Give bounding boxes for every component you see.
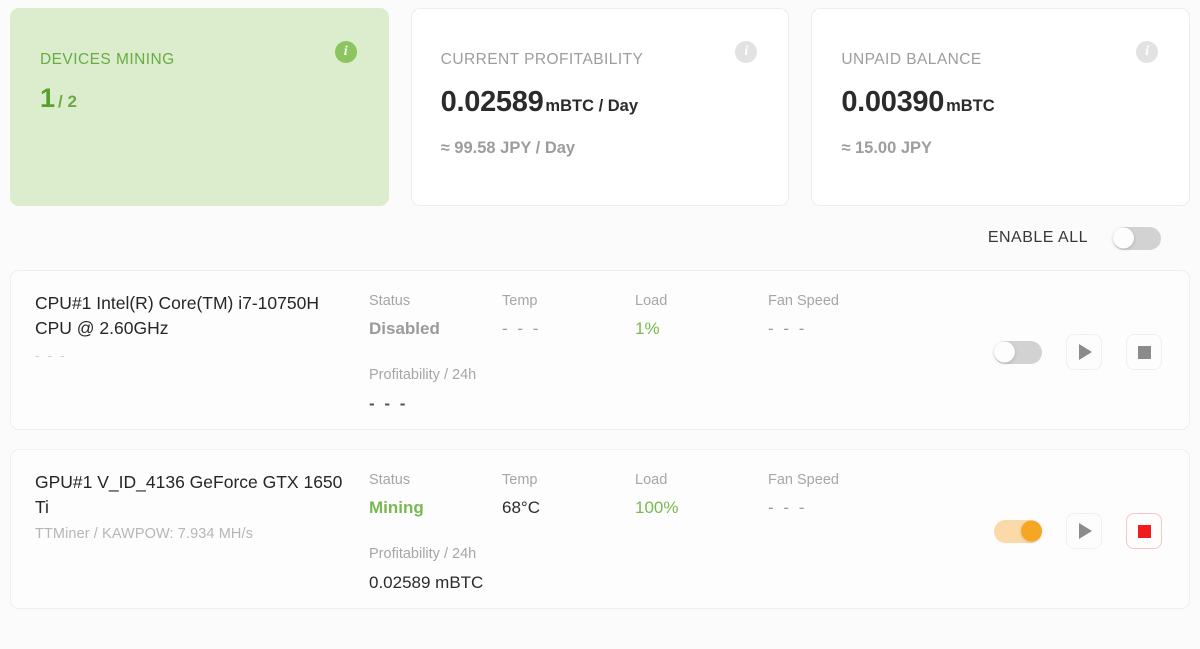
current-profitability-card: i CURRENT PROFITABILITY 0.02589mBTC / Da… bbox=[411, 8, 790, 206]
card-value-number: 0.02589 bbox=[441, 86, 544, 118]
device-list: CPU#1 Intel(R) Core(TM) i7-10750H CPU @ … bbox=[0, 270, 1200, 609]
stop-icon bbox=[1138, 346, 1151, 359]
card-value: 0.00390mBTC bbox=[841, 86, 1189, 119]
play-button[interactable] bbox=[1066, 334, 1102, 370]
stat-profitability: Profitability / 24h - - - bbox=[369, 367, 929, 414]
profitability-value: - - - bbox=[369, 394, 929, 414]
profitability-value: 0.02589 mBTC bbox=[369, 573, 929, 593]
info-icon[interactable]: i bbox=[1136, 41, 1158, 63]
device-stats: Status Disabled Temp - - - Load 1% Fan S… bbox=[369, 293, 929, 414]
stat-header-profitability: Profitability / 24h bbox=[369, 546, 929, 562]
temp-value: - - - bbox=[502, 319, 635, 339]
device-row[interactable]: CPU#1 Intel(R) Core(TM) i7-10750H CPU @ … bbox=[10, 270, 1190, 430]
stat-load: Load 100% bbox=[635, 472, 768, 518]
fan-speed-value: - - - bbox=[768, 319, 901, 339]
stat-status: Status Mining bbox=[369, 472, 502, 518]
load-value: 1% bbox=[635, 319, 768, 339]
fan-speed-value: - - - bbox=[768, 498, 901, 518]
enable-all-label: ENABLE ALL bbox=[988, 229, 1088, 247]
devices-total-value: / 2 bbox=[58, 92, 77, 111]
info-icon[interactable]: i bbox=[335, 41, 357, 63]
card-fiat-value: ≈ 99.58 JPY / Day bbox=[441, 139, 789, 158]
summary-cards: i DEVICES MINING 1/ 2 i CURRENT PROFITAB… bbox=[0, 0, 1200, 206]
stat-fan-speed: Fan Speed - - - bbox=[768, 472, 901, 518]
devices-mining-card: i DEVICES MINING 1/ 2 bbox=[10, 8, 389, 206]
stat-load: Load 1% bbox=[635, 293, 768, 339]
stat-header-temp: Temp bbox=[502, 472, 635, 488]
devices-mining-value: 1 bbox=[40, 83, 55, 113]
card-value-number: 0.00390 bbox=[841, 86, 944, 118]
device-name: CPU#1 Intel(R) Core(TM) i7-10750H CPU @ … bbox=[35, 291, 345, 341]
toggle-knob bbox=[994, 342, 1015, 363]
play-button[interactable] bbox=[1066, 513, 1102, 549]
stat-profitability: Profitability / 24h 0.02589 mBTC bbox=[369, 546, 929, 593]
devices-mining-count: 1/ 2 bbox=[40, 83, 388, 114]
device-enable-toggle[interactable] bbox=[994, 520, 1042, 543]
stat-header-status: Status bbox=[369, 293, 502, 309]
enable-all-toggle[interactable] bbox=[1113, 227, 1161, 250]
load-value: 100% bbox=[635, 498, 768, 518]
stat-temp: Temp 68°C bbox=[502, 472, 635, 518]
enable-all-row: ENABLE ALL bbox=[0, 206, 1200, 270]
stat-header-fan-speed: Fan Speed bbox=[768, 472, 901, 488]
card-value-unit: mBTC bbox=[946, 97, 995, 115]
stat-header-load: Load bbox=[635, 472, 768, 488]
stat-header-status: Status bbox=[369, 472, 502, 488]
play-icon bbox=[1079, 344, 1092, 360]
toggle-knob bbox=[1021, 521, 1042, 542]
stop-button[interactable] bbox=[1126, 334, 1162, 370]
stat-temp: Temp - - - bbox=[502, 293, 635, 339]
device-controls bbox=[994, 513, 1162, 549]
toggle-knob bbox=[1113, 228, 1134, 249]
stat-header-load: Load bbox=[635, 293, 768, 309]
temp-value: 68°C bbox=[502, 498, 635, 518]
stat-status: Status Disabled bbox=[369, 293, 502, 339]
stat-header-profitability: Profitability / 24h bbox=[369, 367, 929, 383]
card-value-unit: mBTC / Day bbox=[545, 97, 638, 115]
status-value: Disabled bbox=[369, 319, 502, 339]
play-icon bbox=[1079, 523, 1092, 539]
card-fiat-value: ≈ 15.00 JPY bbox=[841, 139, 1189, 158]
stop-button[interactable] bbox=[1126, 513, 1162, 549]
device-stats: Status Mining Temp 68°C Load 100% Fan Sp… bbox=[369, 472, 929, 593]
stat-fan-speed: Fan Speed - - - bbox=[768, 293, 901, 339]
device-controls bbox=[994, 334, 1162, 370]
stop-icon bbox=[1138, 525, 1151, 538]
stat-header-fan-speed: Fan Speed bbox=[768, 293, 901, 309]
device-name: GPU#1 V_ID_4136 GeForce GTX 1650 Ti bbox=[35, 470, 345, 520]
unpaid-balance-card: i UNPAID BALANCE 0.00390mBTC ≈ 15.00 JPY bbox=[811, 8, 1190, 206]
stat-header-temp: Temp bbox=[502, 293, 635, 309]
mining-dashboard: i DEVICES MINING 1/ 2 i CURRENT PROFITAB… bbox=[0, 0, 1200, 649]
card-value: 0.02589mBTC / Day bbox=[441, 86, 789, 119]
device-enable-toggle[interactable] bbox=[994, 341, 1042, 364]
device-row[interactable]: GPU#1 V_ID_4136 GeForce GTX 1650 Ti TTMi… bbox=[10, 449, 1190, 609]
status-value: Mining bbox=[369, 498, 502, 518]
